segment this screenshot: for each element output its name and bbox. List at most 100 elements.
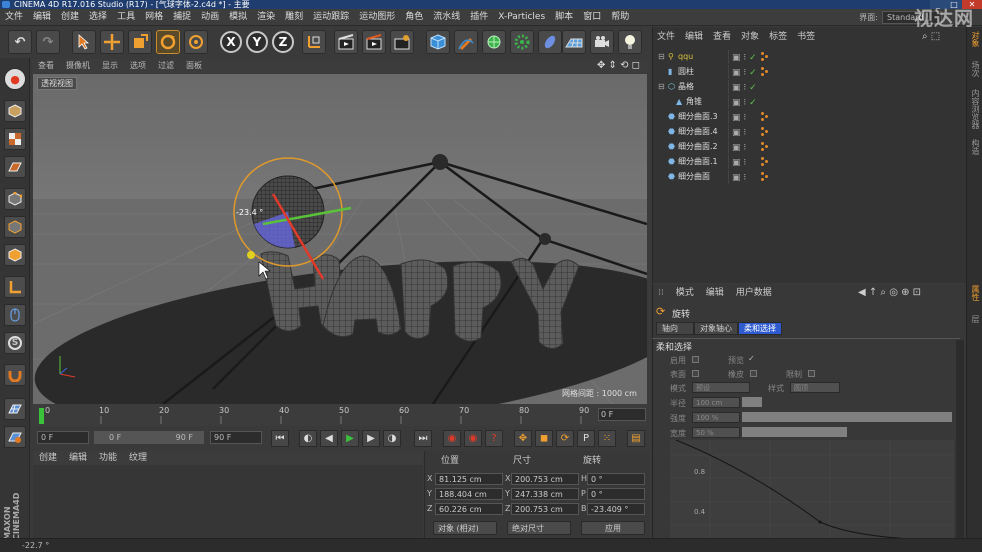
material-menu-texture[interactable]: 纹理 [123,451,153,465]
coordinate-mode-select[interactable]: 对象 (相对) [433,521,497,535]
enable-checkbox[interactable] [692,356,699,363]
rotation-h-field[interactable]: 0 ° [587,473,645,485]
menu-help[interactable]: 帮助 [606,9,634,26]
move-tool-button[interactable] [100,30,124,54]
object-row[interactable]: ⬣ 细分曲面.3 ▣ ⁝ [654,110,966,124]
subdivision-surface-button[interactable] [482,30,506,54]
menu-plugins[interactable]: 插件 [465,9,493,26]
tab-layers[interactable]: 层 [969,315,981,323]
viewport-menu-options[interactable]: 选项 [124,59,152,73]
menu-create[interactable]: 创建 [56,9,84,26]
am-menu-edit[interactable]: 编辑 [700,286,730,301]
expand-icon[interactable]: ⊟ [658,80,665,94]
am-menu-mode[interactable]: 模式 [670,286,700,301]
position-y-field[interactable]: 188.404 cm [435,488,503,500]
size-x-field[interactable]: 200.753 cm [511,473,579,485]
coordinate-system-button[interactable] [302,30,326,54]
go-to-start-button[interactable]: ⏮ [271,430,289,447]
visibility-flags[interactable]: ▣ ⁝ [732,126,746,140]
material-list[interactable] [33,465,423,546]
texture-mode-button[interactable] [4,128,26,150]
object-row[interactable]: ⬣ 细分曲面.4 ▣ ⁝ [654,125,966,139]
om-menu-file[interactable]: 文件 [652,30,680,45]
auto-key-button[interactable]: ◉ [464,430,482,447]
surface-checkbox[interactable] [692,370,699,377]
menu-script[interactable]: 脚本 [550,9,578,26]
workplane-mode-button[interactable] [4,156,26,178]
menu-edit[interactable]: 编辑 [28,9,56,26]
am-nav-icons[interactable]: ◀ ↑ ⌕ ◎ ⊕ ⊡ [858,287,921,298]
menu-snap[interactable]: 捕捉 [168,9,196,26]
om-menu-view[interactable]: 查看 [708,30,736,45]
render-to-picture-viewer-button[interactable] [362,30,386,54]
viewport-menu-camera[interactable]: 摄像机 [60,59,96,73]
locked-workplane-button[interactable] [4,426,26,448]
viewport-menu-display[interactable]: 显示 [96,59,124,73]
attribute-scrollbar[interactable] [956,340,964,544]
menu-select[interactable]: 选择 [84,9,112,26]
previous-frame-button[interactable]: ◀ [320,430,338,447]
object-row[interactable]: ▮ 圆柱 ▣ ⁝ ✓ [654,65,966,79]
am-menu-user-data[interactable]: 用户数据 [730,286,778,301]
tweak-mode-button[interactable] [4,304,26,326]
tab-structure[interactable]: 构造 [969,139,981,155]
start-frame-field[interactable]: 0 F [37,431,89,444]
x-axis-lock-button[interactable]: X [220,31,242,53]
go-to-end-button[interactable]: ⏭ [414,430,432,447]
om-menu-objects[interactable]: 对象 [736,30,764,45]
polygons-mode-button[interactable] [4,244,26,266]
menu-sculpt[interactable]: 雕刻 [280,9,308,26]
mode-dropdown[interactable]: 预设 [692,382,750,393]
end-frame-field[interactable]: 90 F [210,431,262,444]
menu-motion-tracker[interactable]: 运动跟踪 [308,9,354,26]
tag-icon[interactable] [761,112,769,121]
z-axis-lock-button[interactable]: Z [272,31,294,53]
menu-tools[interactable]: 工具 [112,9,140,26]
om-menu-edit[interactable]: 编辑 [680,30,708,45]
key-position-button[interactable]: ✥ [514,430,532,447]
menu-mograph[interactable]: 运动图形 [354,9,400,26]
key-rotation-button[interactable]: ⟳ [556,430,574,447]
edges-mode-button[interactable] [4,216,26,238]
radius-slider[interactable] [742,397,762,407]
object-row[interactable]: ⬣ 细分曲面 ▣ ⁝ [654,170,966,184]
size-mode-select[interactable]: 绝对尺寸 [507,521,571,535]
tag-icon[interactable] [761,127,769,136]
tab-soft-selection[interactable]: 柔和选择 [738,322,782,335]
grid-workplane-button[interactable] [4,398,26,420]
visibility-flags[interactable]: ▣ ⁝ [732,171,746,185]
undo-button[interactable]: ↶ [8,30,32,54]
menu-render[interactable]: 渲染 [252,9,280,26]
make-editable-button[interactable]: ● [4,68,26,90]
tab-attributes[interactable]: 属性 [969,285,981,301]
key-scale-button[interactable]: ◼ [535,430,553,447]
redo-button[interactable]: ↷ [36,30,60,54]
limit-checkbox[interactable] [808,370,815,377]
style-dropdown[interactable]: 圆顶 [790,382,840,393]
y-axis-lock-button[interactable]: Y [246,31,268,53]
strength-slider[interactable] [742,412,952,422]
visibility-flags[interactable]: ▣ ⁝ ✓ [732,96,757,110]
previous-key-button[interactable]: ◐ [299,430,317,447]
record-keys-button[interactable]: ◉ [443,430,461,447]
floor-object-button[interactable] [562,30,586,54]
position-x-field[interactable]: 81.125 cm [435,473,503,485]
preview-check-icon[interactable]: ✓ [748,354,755,363]
object-row[interactable]: ⊟ ⬡ 晶格 ▣ ⁝ ✓ [654,80,966,94]
tab-content-browser[interactable]: 内容浏览器 [969,89,981,129]
menu-file[interactable]: 文件 [0,9,28,26]
size-z-field[interactable]: 200.753 cm [511,503,579,515]
cube-object-button[interactable] [426,30,450,54]
next-key-button[interactable]: ◑ [383,430,401,447]
tag-icon[interactable] [761,142,769,151]
object-row[interactable]: ⊟ ⚲ qqu ▣ ⁝ ✓ [654,50,966,64]
tag-icon[interactable] [761,157,769,166]
live-selection-button[interactable] [72,30,96,54]
timeline-window-button[interactable]: ▤ [627,430,645,447]
keyframe-selection-button[interactable]: ? [485,430,503,447]
rotation-b-field[interactable]: -23.409 ° [587,503,645,515]
key-parameter-button[interactable]: P [577,430,595,447]
position-z-field[interactable]: 60.226 cm [435,503,503,515]
viewport-menu-filter[interactable]: 过滤 [152,59,180,73]
visibility-flags[interactable]: ▣ ⁝ ✓ [732,51,757,65]
